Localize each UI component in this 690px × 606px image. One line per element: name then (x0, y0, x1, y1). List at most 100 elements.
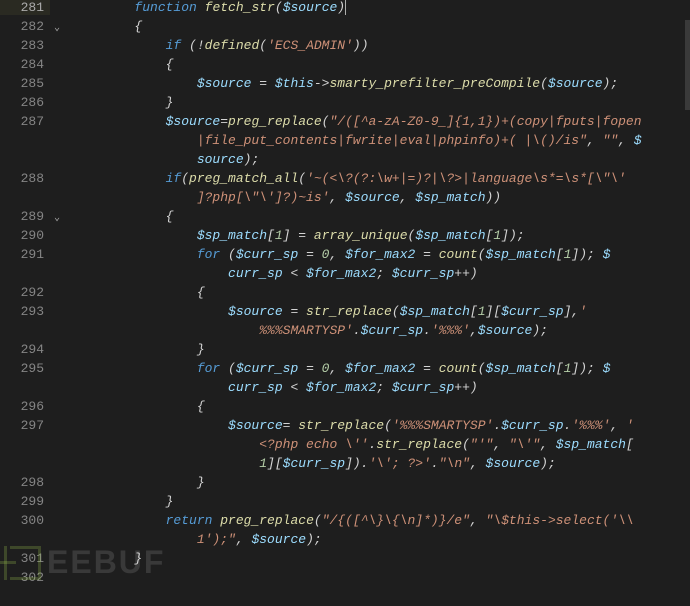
code-content[interactable]: return preg_replace("/{([^\}\{\n]*)}/e",… (64, 513, 690, 528)
token-pun: [ (556, 361, 564, 376)
code-line[interactable]: 283 if (!defined('ECS_ADMIN')) (0, 38, 690, 57)
scrollbar-thumb[interactable] (685, 20, 690, 110)
token-str: '%%%SMARTYSP' (392, 418, 493, 433)
fold-icon[interactable]: ⌄ (50, 209, 64, 228)
code-content[interactable]: { (64, 209, 690, 224)
code-content[interactable]: { (64, 399, 690, 414)
code-line[interactable]: curr_sp < $for_max2; $curr_sp++) (0, 380, 690, 399)
code-content[interactable]: curr_sp < $for_max2; $curr_sp++) (64, 266, 690, 281)
code-line[interactable]: curr_sp < $for_max2; $curr_sp++) (0, 266, 690, 285)
code-content[interactable]: } (64, 494, 690, 509)
line-number: 281 (0, 0, 50, 15)
token-var: $ (603, 361, 611, 376)
code-line[interactable]: |file_put_contents|fwrite|eval|phpinfo)+… (0, 133, 690, 152)
code-line[interactable]: 298 } (0, 475, 690, 494)
code-content[interactable]: } (64, 342, 690, 357)
code-content[interactable]: for ($curr_sp = 0, $for_max2 = count($sp… (64, 247, 690, 262)
code-line[interactable]: 297 $source= str_replace('%%%SMARTYSP'.$… (0, 418, 690, 437)
code-line[interactable]: 291 for ($curr_sp = 0, $for_max2 = count… (0, 247, 690, 266)
token-pun: , (470, 323, 478, 338)
token-pun: , (493, 437, 509, 452)
code-line[interactable]: 289⌄ { (0, 209, 690, 228)
code-line[interactable]: ]?php[\"\']?)~is', $source, $sp_match)) (0, 190, 690, 209)
code-line[interactable]: 286 } (0, 95, 690, 114)
code-line[interactable]: 295 for ($curr_sp = 0, $for_max2 = count… (0, 361, 690, 380)
code-content[interactable]: ]?php[\"\']?)~is', $source, $sp_match)) (64, 190, 690, 205)
code-line[interactable]: 296 { (0, 399, 690, 418)
token-var: $sp_match (486, 247, 556, 262)
code-editor[interactable]: 281 function fetch_str($source)282⌄ {283… (0, 0, 690, 606)
code-content[interactable]: } (64, 95, 690, 110)
code-line[interactable]: 292 { (0, 285, 690, 304)
token-pun: [ (556, 247, 564, 262)
token-kw: if (166, 171, 182, 186)
token-pun: ( (478, 247, 486, 262)
token-pun: , (329, 247, 345, 262)
token-var: $source (486, 456, 541, 471)
code-content[interactable]: %%%SMARTYSP'.$curr_sp.'%%%',$source); (64, 323, 690, 338)
code-line[interactable]: %%%SMARTYSP'.$curr_sp.'%%%',$source); (0, 323, 690, 342)
fold-icon[interactable]: ⌄ (50, 19, 64, 38)
token-pun: -> (314, 76, 330, 91)
token-str: ' (626, 418, 634, 433)
code-line[interactable]: 300 return preg_replace("/{([^\}\{\n]*)}… (0, 513, 690, 532)
vertical-scrollbar[interactable] (685, 0, 690, 606)
token-pun: { (197, 399, 205, 414)
code-content[interactable]: source); (64, 152, 690, 167)
code-line[interactable]: 284 { (0, 57, 690, 76)
code-line[interactable]: 293 $source = str_replace($sp_match[1][$… (0, 304, 690, 323)
code-content[interactable]: { (64, 57, 690, 72)
code-line[interactable]: 282⌄ { (0, 19, 690, 38)
line-number: 300 (0, 513, 50, 528)
code-line[interactable]: source); (0, 152, 690, 171)
token-pun: , (236, 532, 252, 547)
token-pun: { (166, 57, 174, 72)
token-pun: ( (314, 513, 322, 528)
code-content[interactable]: $source=preg_replace("/([^a-zA-Z0-9_]{1,… (64, 114, 690, 129)
code-content[interactable]: |file_put_contents|fwrite|eval|phpinfo)+… (64, 133, 690, 148)
code-content[interactable]: if(preg_match_all('~(<\?(?:\w+|=)?|\?>|l… (64, 171, 690, 186)
code-line[interactable]: 299 } (0, 494, 690, 513)
code-content[interactable]: { (64, 19, 690, 34)
token-pun: ); (532, 323, 548, 338)
code-content[interactable]: curr_sp < $for_max2; $curr_sp++) (64, 380, 690, 395)
token-var: $for_max2 (345, 361, 415, 376)
code-line[interactable]: 285 $source = $this->smarty_prefilter_pr… (0, 76, 690, 95)
code-line[interactable]: 294 } (0, 342, 690, 361)
line-number: 291 (0, 247, 50, 262)
code-content[interactable]: } (64, 475, 690, 490)
code-line[interactable]: 290 $sp_match[1] = array_unique($sp_matc… (0, 228, 690, 247)
code-line[interactable]: <?php echo \''.str_replace("'", "\'", $s… (0, 437, 690, 456)
code-content[interactable]: function fetch_str($source) (64, 0, 690, 15)
token-var: $for_max2 (306, 380, 376, 395)
code-content[interactable]: $sp_match[1] = array_unique($sp_match[1]… (64, 228, 690, 243)
code-line[interactable]: 281 function fetch_str($source) (0, 0, 690, 19)
code-content[interactable]: if (!defined('ECS_ADMIN')) (64, 38, 690, 53)
token-pun: ]); (501, 228, 524, 243)
code-line[interactable]: 1][$curr_sp]).'\'; ?>'."\n", $source); (0, 456, 690, 475)
code-line[interactable]: 287 $source=preg_replace("/([^a-zA-Z0-9_… (0, 114, 690, 133)
token-var: $source (548, 76, 603, 91)
line-number: 283 (0, 38, 50, 53)
code-line[interactable]: 288 if(preg_match_all('~(<\?(?:\w+|=)?|\… (0, 171, 690, 190)
token-var: $source (228, 304, 283, 319)
token-var: $curr_sp (236, 247, 298, 262)
line-number: 293 (0, 304, 50, 319)
token-pun: ) (337, 0, 345, 15)
code-content[interactable]: $source = $this->smarty_prefilter_preCom… (64, 76, 690, 91)
token-var: $source (251, 532, 306, 547)
code-content[interactable]: for ($curr_sp = 0, $for_max2 = count($sp… (64, 361, 690, 376)
token-pun: ); (603, 76, 619, 91)
token-pun: , (329, 361, 345, 376)
token-pun: , (618, 133, 634, 148)
token-var: $curr_sp (392, 266, 454, 281)
code-area[interactable]: 281 function fetch_str($source)282⌄ {283… (0, 0, 690, 589)
code-content[interactable]: $source = str_replace($sp_match[1][$curr… (64, 304, 690, 319)
token-pun: ]); (571, 361, 602, 376)
code-content[interactable]: <?php echo \''.str_replace("'", "\'", $s… (64, 437, 690, 452)
code-content[interactable]: 1][$curr_sp]).'\'; ?>'."\n", $source); (64, 456, 690, 471)
token-pun: ( (259, 38, 267, 53)
code-content[interactable]: $source= str_replace('%%%SMARTYSP'.$curr… (64, 418, 690, 433)
code-content[interactable]: { (64, 285, 690, 300)
token-kw: if (166, 38, 182, 53)
